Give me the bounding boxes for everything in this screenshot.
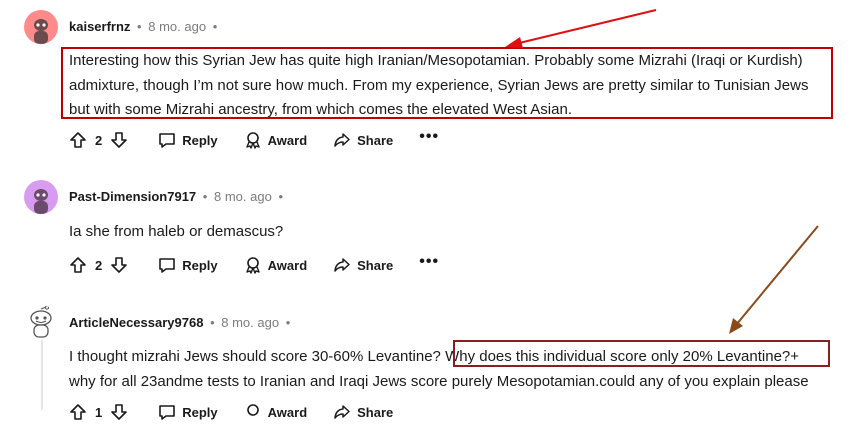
snoo-avatar-icon <box>34 189 48 214</box>
comment-actions: 1 Reply Award Share <box>69 400 419 424</box>
share-button[interactable]: Share <box>333 256 393 274</box>
separator: • <box>285 315 291 330</box>
share-icon <box>334 133 350 147</box>
reply-button[interactable]: Reply <box>158 403 218 421</box>
vote-group: 2 <box>69 131 128 149</box>
timestamp[interactable]: 8 mo. ago <box>214 189 272 204</box>
avatar[interactable] <box>24 10 58 44</box>
share-label: Share <box>357 404 394 420</box>
downvote-icon[interactable] <box>110 131 128 149</box>
snoo-avatar-icon <box>34 19 48 44</box>
username[interactable]: kaiserfrnz <box>69 19 130 34</box>
comment-text: I thought mizrahi Jews should score 30-6… <box>69 348 446 365</box>
vote-group: 2 <box>69 256 128 274</box>
comment-icon <box>159 405 176 420</box>
share-label: Share <box>357 132 394 148</box>
award-label: Award <box>267 132 308 148</box>
share-icon <box>334 405 350 419</box>
comment-line: why for all 23andme tests to Iranian and… <box>69 372 809 390</box>
comment-meta: kaiserfrnz • 8 mo. ago • <box>69 19 217 34</box>
award-button[interactable]: Award <box>244 256 308 274</box>
separator: • <box>202 189 208 204</box>
award-label: Award <box>267 257 308 273</box>
comment-body: Ia she from haleb or demascus? <box>69 220 283 245</box>
share-button[interactable]: Share <box>333 131 393 149</box>
separator: • <box>212 19 218 34</box>
separator: • <box>210 315 215 330</box>
share-icon <box>334 258 350 272</box>
upvote-icon[interactable] <box>69 403 87 421</box>
comment-meta: Past-Dimension7917 • 8 mo. ago • <box>69 189 283 204</box>
vote-count: 2 <box>95 132 103 148</box>
reply-button[interactable]: Reply <box>158 256 218 274</box>
downvote-icon[interactable] <box>110 256 128 274</box>
comment-actions: 2 Reply Award Share ••• <box>69 128 439 152</box>
timestamp[interactable]: 8 mo. ago <box>148 19 206 34</box>
more-options-icon[interactable]: ••• <box>419 253 439 271</box>
annotation-box-comment-1 <box>61 47 833 119</box>
comment-actions: 2 Reply Award Share ••• <box>69 253 439 277</box>
award-button[interactable]: Award <box>244 131 308 149</box>
share-label: Share <box>357 257 394 273</box>
award-icon <box>246 404 259 416</box>
default-snoo-icon <box>30 305 52 338</box>
username[interactable]: Past-Dimension7917 <box>69 189 196 204</box>
separator: • <box>278 189 283 204</box>
red-arrow-icon <box>505 9 657 48</box>
comment-line: Ia she from haleb or demascus? <box>69 223 284 240</box>
separator: • <box>137 19 142 34</box>
reply-label: Reply <box>182 257 218 273</box>
annotation-box-highlight <box>453 340 830 367</box>
vote-group: 1 <box>69 403 128 421</box>
upvote-icon[interactable] <box>69 256 87 274</box>
award-icon <box>245 257 260 274</box>
comment-meta: ArticleNecessary9768 • 8 mo. ago • <box>69 315 290 330</box>
comment-icon <box>159 258 176 273</box>
reply-label: Reply <box>182 132 218 148</box>
reply-button[interactable]: Reply <box>158 131 218 149</box>
avatar[interactable] <box>24 305 58 339</box>
upvote-icon[interactable] <box>69 131 87 149</box>
award-label: Award <box>267 404 308 420</box>
reply-label: Reply <box>182 404 218 420</box>
award-icon <box>245 132 260 149</box>
username[interactable]: ArticleNecessary9768 <box>69 315 203 330</box>
thread-line[interactable] <box>41 340 43 410</box>
downvote-icon[interactable] <box>110 403 128 421</box>
avatar[interactable] <box>24 180 58 214</box>
comment-icon <box>159 133 176 148</box>
vote-count: 2 <box>95 257 103 273</box>
share-button[interactable]: Share <box>333 403 393 421</box>
more-options-icon[interactable]: ••• <box>419 128 439 146</box>
brown-arrow-icon <box>729 225 819 334</box>
vote-count: 1 <box>95 404 103 420</box>
timestamp[interactable]: 8 mo. ago <box>221 315 279 330</box>
award-button[interactable]: Award <box>244 403 308 421</box>
